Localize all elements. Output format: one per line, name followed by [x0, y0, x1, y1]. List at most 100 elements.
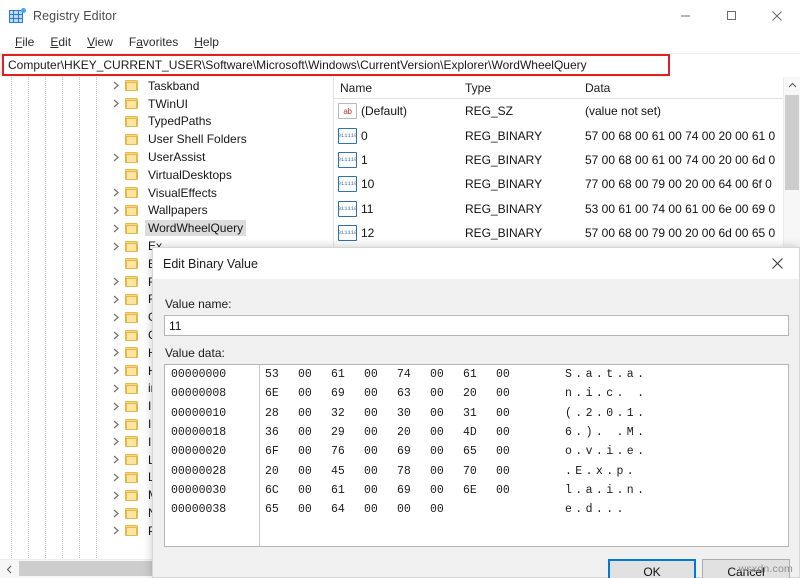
value-data-hex-editor[interactable]: 00000000 5300610074006100 S.a.t.a. 00000008… — [164, 364, 789, 547]
chevron-right-icon[interactable] — [108, 473, 124, 482]
maximize-button[interactable] — [708, 0, 754, 31]
value-name-cell: 011110 0 — [334, 128, 459, 144]
chevron-right-icon[interactable] — [108, 99, 124, 108]
hex-ascii: .E.x.p. — [565, 465, 637, 478]
hex-bytes: 5300610074006100 — [265, 368, 529, 381]
hex-offset: 00000030 — [165, 484, 257, 497]
value-name-label: Value name: — [165, 297, 232, 311]
dialog-close-icon[interactable] — [755, 248, 799, 279]
value-row[interactable]: 01111012REG_BINARY57 00 68 00 79 00 20 0… — [334, 221, 800, 245]
folder-icon — [124, 471, 140, 484]
binary-value-icon: 011110 — [338, 176, 357, 192]
chevron-right-icon[interactable] — [108, 313, 124, 322]
chevron-right-icon[interactable] — [108, 366, 124, 375]
tree-item-label: TypedPaths — [145, 113, 214, 129]
tree-item-label: VirtualDesktops — [145, 167, 235, 183]
value-name-text: 12 — [361, 226, 374, 240]
hex-offset: 00000010 — [165, 407, 257, 420]
chevron-right-icon[interactable] — [108, 81, 124, 90]
value-name-input[interactable]: 11 — [164, 315, 789, 336]
watermark: wsxdn.com — [739, 563, 793, 575]
tree-item[interactable]: VirtualDesktops — [0, 166, 333, 184]
value-type-cell: REG_BINARY — [459, 202, 579, 216]
chevron-right-icon[interactable] — [108, 455, 124, 464]
hex-ascii: S.a.t.a. — [565, 368, 647, 381]
tree-item[interactable]: VisualEffects — [0, 184, 333, 202]
chevron-right-icon[interactable] — [108, 526, 124, 535]
folder-icon — [124, 524, 140, 537]
hex-offset: 00000008 — [165, 387, 257, 400]
value-name-cell: 0111101 — [334, 152, 459, 168]
menu-file[interactable]: File — [7, 33, 42, 51]
chevron-right-icon[interactable] — [108, 348, 124, 357]
chevron-right-icon[interactable] — [108, 402, 124, 411]
value-data-cell: 57 00 68 00 61 00 74 00 20 00 61 0 — [579, 129, 800, 143]
chevron-right-icon[interactable] — [108, 224, 124, 233]
tree-item[interactable]: WordWheelQuery — [0, 219, 333, 237]
address-bar[interactable]: Computer\HKEY_CURRENT_USER\Software\Micr… — [2, 54, 670, 76]
hex-offset: 00000020 — [165, 445, 257, 458]
menu-edit[interactable]: Edit — [42, 33, 79, 51]
hex-bytes: 6F00760069006500 — [265, 445, 529, 458]
minimize-button[interactable] — [662, 0, 708, 31]
value-row[interactable]: 0111101REG_BINARY57 00 68 00 61 00 74 00… — [334, 148, 800, 172]
column-header-type[interactable]: Type — [459, 81, 579, 95]
value-data-label: Value data: — [165, 346, 225, 360]
folder-icon — [124, 293, 140, 306]
values-scrollbar-thumb[interactable] — [785, 95, 799, 190]
menu-view-label: iew — [95, 35, 113, 49]
value-name-input-text: 11 — [169, 319, 181, 333]
folder-icon — [124, 329, 140, 342]
tree-item[interactable]: TWinUI — [0, 95, 333, 113]
ok-button[interactable]: OK — [608, 559, 696, 578]
folder-icon — [124, 489, 140, 502]
tree-item[interactable]: TypedPaths — [0, 113, 333, 131]
folder-icon — [124, 418, 140, 431]
folder-icon — [124, 240, 140, 253]
value-type-cell: REG_BINARY — [459, 153, 579, 167]
tree-item[interactable]: UserAssist — [0, 148, 333, 166]
hex-ascii: 6.). .M. — [565, 426, 647, 439]
hex-ascii: l.a.i.n. — [565, 484, 647, 497]
tree-item[interactable]: Taskband — [0, 77, 333, 95]
menu-view[interactable]: View — [79, 33, 121, 51]
hex-ascii: e.d... — [565, 503, 627, 516]
chevron-right-icon[interactable] — [108, 437, 124, 446]
hex-offset: 00000018 — [165, 426, 257, 439]
chevron-right-icon[interactable] — [108, 295, 124, 304]
value-name-cell: 01111010 — [334, 176, 459, 192]
chevron-right-icon[interactable] — [108, 242, 124, 251]
scroll-left-arrow[interactable] — [0, 565, 18, 574]
folder-icon — [124, 115, 140, 128]
column-header-name[interactable]: Name — [334, 81, 459, 95]
value-row[interactable]: ab(Default)REG_SZ(value not set) — [334, 99, 800, 123]
menu-favorites-label: vorites — [143, 35, 178, 49]
menu-favorites[interactable]: Favorites — [121, 33, 186, 51]
chevron-right-icon[interactable] — [108, 153, 124, 162]
value-row[interactable]: 01111010REG_BINARY77 00 68 00 79 00 20 0… — [334, 172, 800, 196]
tree-item[interactable]: Wallpapers — [0, 202, 333, 220]
chevron-right-icon[interactable] — [108, 420, 124, 429]
folder-icon — [124, 311, 140, 324]
chevron-right-icon[interactable] — [108, 188, 124, 197]
chevron-right-icon[interactable] — [108, 509, 124, 518]
tree-item[interactable]: User Shell Folders — [0, 130, 333, 148]
close-button[interactable] — [754, 0, 800, 31]
value-name-text: 0 — [361, 129, 368, 143]
chevron-right-icon[interactable] — [108, 206, 124, 215]
column-header-data[interactable]: Data — [579, 81, 800, 95]
value-row[interactable]: 01111011REG_BINARY53 00 61 00 74 00 61 0… — [334, 197, 800, 221]
hex-offset: 00000000 — [165, 368, 257, 381]
chevron-right-icon[interactable] — [108, 491, 124, 500]
folder-icon — [124, 133, 140, 146]
menu-help[interactable]: Help — [186, 33, 227, 51]
value-row[interactable]: 0111100REG_BINARY57 00 68 00 61 00 74 00… — [334, 123, 800, 147]
string-value-icon: ab — [338, 103, 357, 119]
folder-icon — [124, 168, 140, 181]
chevron-right-icon[interactable] — [108, 277, 124, 286]
value-data-cell: 57 00 68 00 79 00 20 00 6d 00 65 0 — [579, 226, 800, 240]
binary-value-icon: 011110 — [338, 128, 357, 144]
scroll-up-arrow[interactable] — [784, 77, 800, 94]
chevron-right-icon[interactable] — [108, 331, 124, 340]
chevron-right-icon[interactable] — [108, 384, 124, 393]
